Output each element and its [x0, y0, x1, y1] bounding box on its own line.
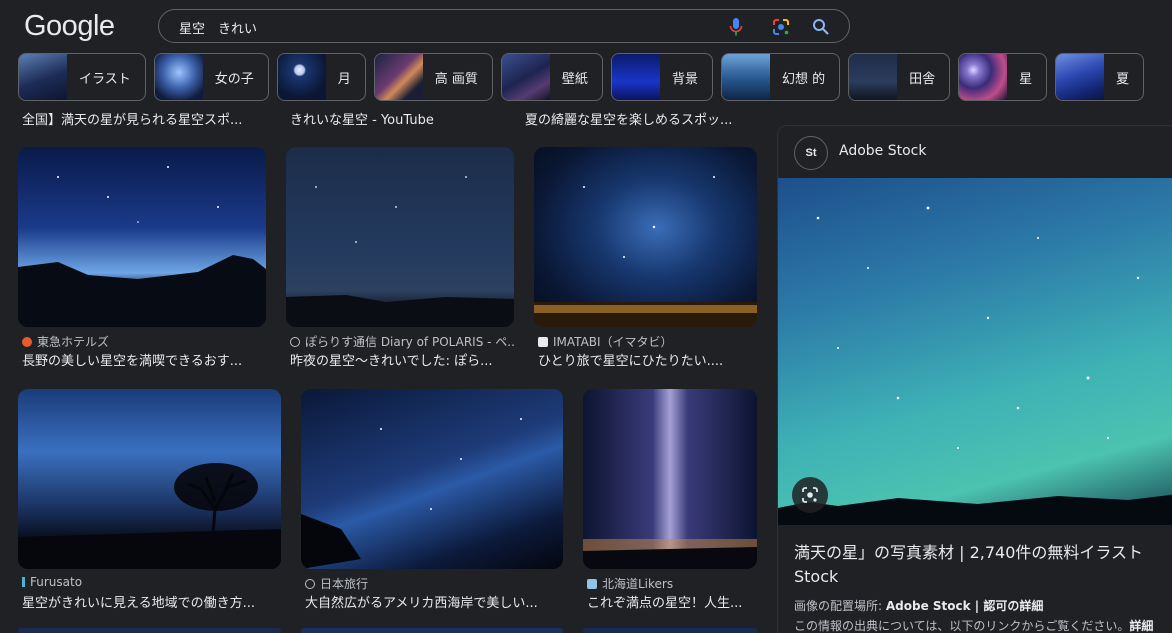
chip-label: 星: [1019, 71, 1033, 87]
result-image[interactable]: [286, 147, 514, 327]
result-source[interactable]: IMATABI（イマタビ）: [538, 333, 758, 350]
result-source-label: 北海道Likers: [602, 577, 674, 591]
chip-label: 田舎: [909, 71, 936, 87]
result-source[interactable]: 東急ホテルズ: [22, 333, 267, 350]
chip-star[interactable]: 星: [958, 53, 1048, 101]
horizon-glow: [583, 539, 757, 569]
chip-label: 背景: [671, 71, 698, 87]
result-source-label: 日本旅行: [320, 577, 369, 591]
result-title[interactable]: ひとり旅で星空にひたりたい....: [538, 350, 758, 369]
result-title[interactable]: 夏の綺麗な星空を楽しめるスポッ...: [525, 109, 750, 128]
visual-search-button[interactable]: [792, 477, 828, 513]
preview-source-name[interactable]: Adobe Stock: [839, 143, 926, 159]
location-value[interactable]: Adobe Stock | 認可の詳細: [886, 599, 1043, 613]
result-title[interactable]: 星空がきれいに見える地域での働き方...: [22, 592, 282, 611]
chip-label: 壁紙: [561, 71, 588, 87]
chip-thumbnail: [849, 54, 898, 100]
result-title[interactable]: きれいな星空 - YouTube: [290, 109, 515, 128]
chip-fantasy[interactable]: 幻想 的: [720, 53, 841, 101]
result-image[interactable]: [18, 628, 281, 633]
chip-thumbnail: [501, 54, 550, 100]
header: Google 星空 きれい イラスト 女の子 月 高 画質 壁紙 背景 幻想 的…: [0, 0, 1172, 108]
result-source[interactable]: 日本旅行: [305, 575, 560, 592]
chip-thumbnail: [1056, 54, 1105, 100]
search-icon[interactable]: [811, 17, 831, 37]
chip-summer[interactable]: 夏: [1055, 53, 1145, 101]
result-image[interactable]: [18, 389, 281, 569]
tree-silhouette: [18, 463, 281, 569]
chip-girl[interactable]: 女の子: [153, 53, 269, 101]
chip-countryside[interactable]: 田舎: [848, 53, 951, 101]
preview-title[interactable]: 満天の星」の写真素材 | 2,740件の無料イラスト Stock: [794, 541, 1172, 589]
google-logo[interactable]: Google: [24, 10, 115, 43]
result-title[interactable]: 大自然広がるアメリカ西海岸で美しい...: [305, 592, 560, 611]
search-box[interactable]: 星空 きれい: [158, 9, 850, 43]
result-source[interactable]: ぽらりす通信 Diary of POLARIS - ペ...: [290, 333, 515, 350]
hokkaido-likers-favicon: [587, 578, 597, 589]
info-link[interactable]: 詳細: [1129, 619, 1153, 633]
chip-label: 夏: [1116, 71, 1130, 87]
chip-label: 月: [337, 71, 351, 87]
camera-lens-icon[interactable]: [771, 17, 791, 37]
result-title[interactable]: 全国】満天の星が見られる星空スポ...: [22, 109, 267, 128]
chip-thumbnail: [374, 54, 423, 100]
result-image[interactable]: [301, 389, 563, 569]
info-text: この情報の出典については、以下のリンクからご覧ください。: [794, 619, 1130, 633]
city-lights: [534, 176, 757, 327]
chip-moon[interactable]: 月: [276, 53, 366, 101]
result-image[interactable]: [534, 147, 757, 327]
mountain-silhouette: [18, 166, 266, 327]
chip-thumbnail: [959, 54, 1008, 100]
globe-icon: [305, 578, 315, 589]
result-image[interactable]: [301, 628, 563, 633]
result-source[interactable]: 北海道Likers: [587, 575, 757, 592]
result-title[interactable]: 昨夜の星空〜きれいでした: ぽら...: [290, 350, 515, 369]
landscape-silhouette: [286, 176, 514, 327]
info-line: この情報の出典については、以下のリンクからご覧ください。詳細: [794, 617, 1153, 633]
chip-illustration[interactable]: イラスト: [18, 53, 146, 101]
filter-chip-bar: イラスト 女の子 月 高 画質 壁紙 背景 幻想 的 田舎 星 夏: [18, 53, 1145, 101]
chip-label: 高 画質: [434, 71, 478, 87]
imatabi-favicon: [538, 336, 548, 347]
chip-thumbnail: [277, 54, 326, 100]
chip-thumbnail: [611, 54, 660, 100]
result-image[interactable]: [583, 628, 757, 633]
microphone-icon[interactable]: [727, 17, 745, 37]
preview-panel: St Adobe Stock 満天の星」の写真素材 | 2,740件の無料イラス…: [777, 125, 1172, 633]
chip-thumbnail: [154, 54, 203, 100]
chip-high-quality[interactable]: 高 画質: [373, 53, 493, 101]
result-source[interactable]: Furusato: [22, 575, 282, 589]
tokyu-hotels-favicon: [22, 336, 32, 347]
result-title[interactable]: 長野の美しい星空を満喫できるおす...: [22, 350, 267, 369]
chip-wallpaper[interactable]: 壁紙: [500, 53, 603, 101]
result-image[interactable]: [18, 147, 266, 327]
starry-sky-art: [778, 206, 1172, 525]
rock-silhouette: [301, 418, 522, 569]
result-source-label: Furusato: [30, 575, 83, 589]
result-source-label: IMATABI（イマタビ）: [553, 335, 673, 349]
lens-icon: [802, 487, 818, 503]
result-title[interactable]: これぞ満点の星空！人生...: [587, 592, 757, 611]
chip-label: 女の子: [214, 71, 254, 87]
result-image[interactable]: [583, 389, 757, 569]
chip-label: イラスト: [79, 71, 131, 87]
search-input[interactable]: 星空 きれい: [179, 18, 257, 37]
chip-background[interactable]: 背景: [610, 53, 713, 101]
globe-icon: [290, 336, 300, 347]
chip-thumbnail: [19, 54, 67, 100]
chip-label: 幻想 的: [781, 71, 826, 87]
result-source-label: 東急ホテルズ: [37, 335, 110, 349]
chip-thumbnail: [721, 54, 770, 100]
source-avatar[interactable]: St: [794, 136, 828, 170]
image-location-line: 画像の配置場所: Adobe Stock | 認可の詳細: [794, 597, 1043, 614]
preview-image[interactable]: [778, 178, 1172, 525]
result-source-label: ぽらりす通信 Diary of POLARIS - ペ...: [305, 335, 515, 349]
location-label: 画像の配置場所:: [794, 599, 886, 613]
furusato-favicon: [22, 577, 25, 587]
